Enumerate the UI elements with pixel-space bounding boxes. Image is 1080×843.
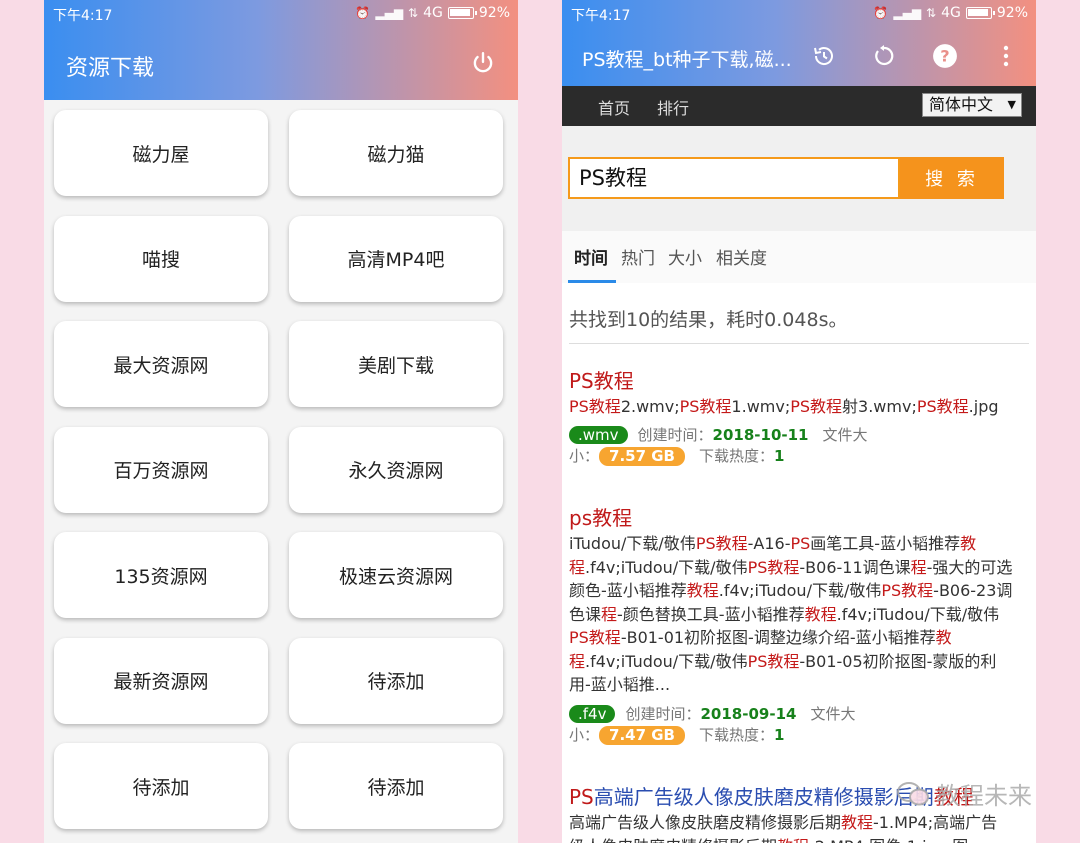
site-button[interactable]: 最大资源网: [54, 321, 268, 407]
data-arrows-icon: ⇅: [408, 6, 419, 20]
dropdown-arrow-icon: ▼: [1007, 98, 1016, 111]
file-ext-badge: .f4v: [569, 705, 616, 723]
result-meta: .f4v 创建时间：2018-09-14 文件大 小： 7.47 GB 下载热度：1: [569, 705, 856, 745]
power-icon[interactable]: [470, 50, 496, 76]
app-title: 资源下载: [66, 56, 155, 81]
history-icon[interactable]: [810, 42, 838, 70]
battery-level: 92%: [478, 5, 510, 21]
created-date: 2018-09-14: [700, 705, 797, 723]
language-select[interactable]: 简体中文 ▼: [922, 93, 1022, 117]
site-navbar: 首页 排行 简体中文 ▼: [562, 86, 1036, 126]
right-phone-screen: 下午4:17 ⏰ ▂▄▆ ⇅ 4G 92% PS教程_bt种子下载,磁... ?…: [562, 0, 1036, 843]
status-bar: 下午4:17 ⏰ ▂▄▆ ⇅ 4G 92%: [562, 0, 1036, 26]
site-button[interactable]: 磁力屋: [54, 110, 268, 196]
site-button[interactable]: 美剧下载: [289, 321, 503, 407]
result-description: iTudou/下载/敬伟PS教程-A16-PS画笔工具-蓝小韬推荐教程.f4v;…: [569, 534, 1013, 694]
site-button[interactable]: 待添加: [54, 743, 268, 829]
file-size-badge: 7.47 GB: [599, 726, 685, 745]
download-heat: 1: [774, 726, 785, 744]
svg-text:?: ?: [940, 46, 949, 65]
search-input[interactable]: PS教程: [568, 157, 900, 199]
status-time: 下午4:17: [53, 8, 113, 24]
sort-tab-size[interactable]: 大小: [668, 244, 702, 269]
created-date: 2018-10-11: [712, 426, 809, 444]
left-phone-screen: 下午4:17 ⏰ ▂▄▆ ⇅ 4G 92% 资源下载 磁力屋 磁力猫 喵搜 高清MP4…: [44, 0, 518, 843]
status-time: 下午4:17: [571, 8, 631, 24]
site-button[interactable]: 待添加: [289, 743, 503, 829]
wechat-icon: [897, 781, 929, 805]
active-tab-indicator: [568, 280, 616, 283]
result-title[interactable]: PS教程: [569, 365, 634, 394]
site-button[interactable]: 磁力猫: [289, 110, 503, 196]
sort-tab-popular[interactable]: 热门: [621, 244, 655, 269]
download-heat: 1: [774, 447, 785, 465]
site-button[interactable]: 最新资源网: [54, 637, 268, 724]
site-button[interactable]: 待添加: [289, 637, 503, 724]
file-size-badge: 7.57 GB: [599, 447, 685, 466]
battery-icon: [965, 7, 995, 19]
watermark: 教程未来: [896, 776, 1032, 811]
sort-tab-time[interactable]: 时间: [574, 244, 608, 269]
search-area: PS教程 搜 索: [562, 126, 1036, 231]
sort-tab-relevance[interactable]: 相关度: [716, 244, 767, 269]
site-button[interactable]: 高清MP4吧: [289, 215, 503, 302]
more-menu-icon[interactable]: [992, 42, 1020, 70]
result-meta: .wmv 创建时间：2018-10-11 文件大 小： 7.57 GB 下载热度：1: [569, 426, 868, 466]
network-type: 4G: [941, 5, 961, 21]
divider: [569, 343, 1029, 344]
help-icon[interactable]: ?: [931, 42, 959, 70]
site-button[interactable]: 极速云资源网: [289, 532, 503, 618]
site-button[interactable]: 永久资源网: [289, 426, 503, 513]
site-button[interactable]: 135资源网: [54, 532, 268, 618]
page-title: PS教程_bt种子下载,磁...: [582, 49, 790, 71]
signal-icon: ▂▄▆: [893, 6, 922, 20]
search-button[interactable]: 搜 索: [900, 157, 1004, 199]
battery-icon: [447, 7, 477, 19]
sort-tabs: 时间 热门 大小 相关度: [562, 231, 1036, 283]
nav-home-link[interactable]: 首页: [598, 95, 630, 119]
data-arrows-icon: ⇅: [926, 6, 937, 20]
result-description: PS教程2.wmv;PS教程1.wmv;PS教程射3.wmv;PS教程.jpg: [569, 397, 999, 416]
status-bar: 下午4:17 ⏰ ▂▄▆ ⇅ 4G 92%: [44, 0, 518, 26]
alarm-icon: ⏰: [873, 6, 889, 20]
site-button[interactable]: 百万资源网: [54, 426, 268, 513]
result-title[interactable]: ps教程: [569, 502, 632, 531]
file-ext-badge: .wmv: [569, 426, 628, 444]
nav-rank-link[interactable]: 排行: [657, 95, 689, 119]
alarm-icon: ⏰: [355, 6, 371, 20]
result-count: 共找到10的结果，耗时0.048s。: [569, 309, 848, 331]
network-type: 4G: [423, 5, 443, 21]
signal-icon: ▂▄▆: [375, 6, 404, 20]
browser-app-bar: 下午4:17 ⏰ ▂▄▆ ⇅ 4G 92% PS教程_bt种子下载,磁... ?: [562, 0, 1036, 86]
site-button[interactable]: 喵搜: [54, 215, 268, 302]
battery-level: 92%: [996, 5, 1028, 21]
app-bar: 下午4:17 ⏰ ▂▄▆ ⇅ 4G 92% 资源下载: [44, 0, 518, 100]
result-description: 高端广告级人像皮肤磨皮精修摄影后期教程-1.MP4;高端广告级人像皮肤磨皮精修摄…: [569, 813, 998, 843]
refresh-icon[interactable]: [870, 42, 898, 70]
